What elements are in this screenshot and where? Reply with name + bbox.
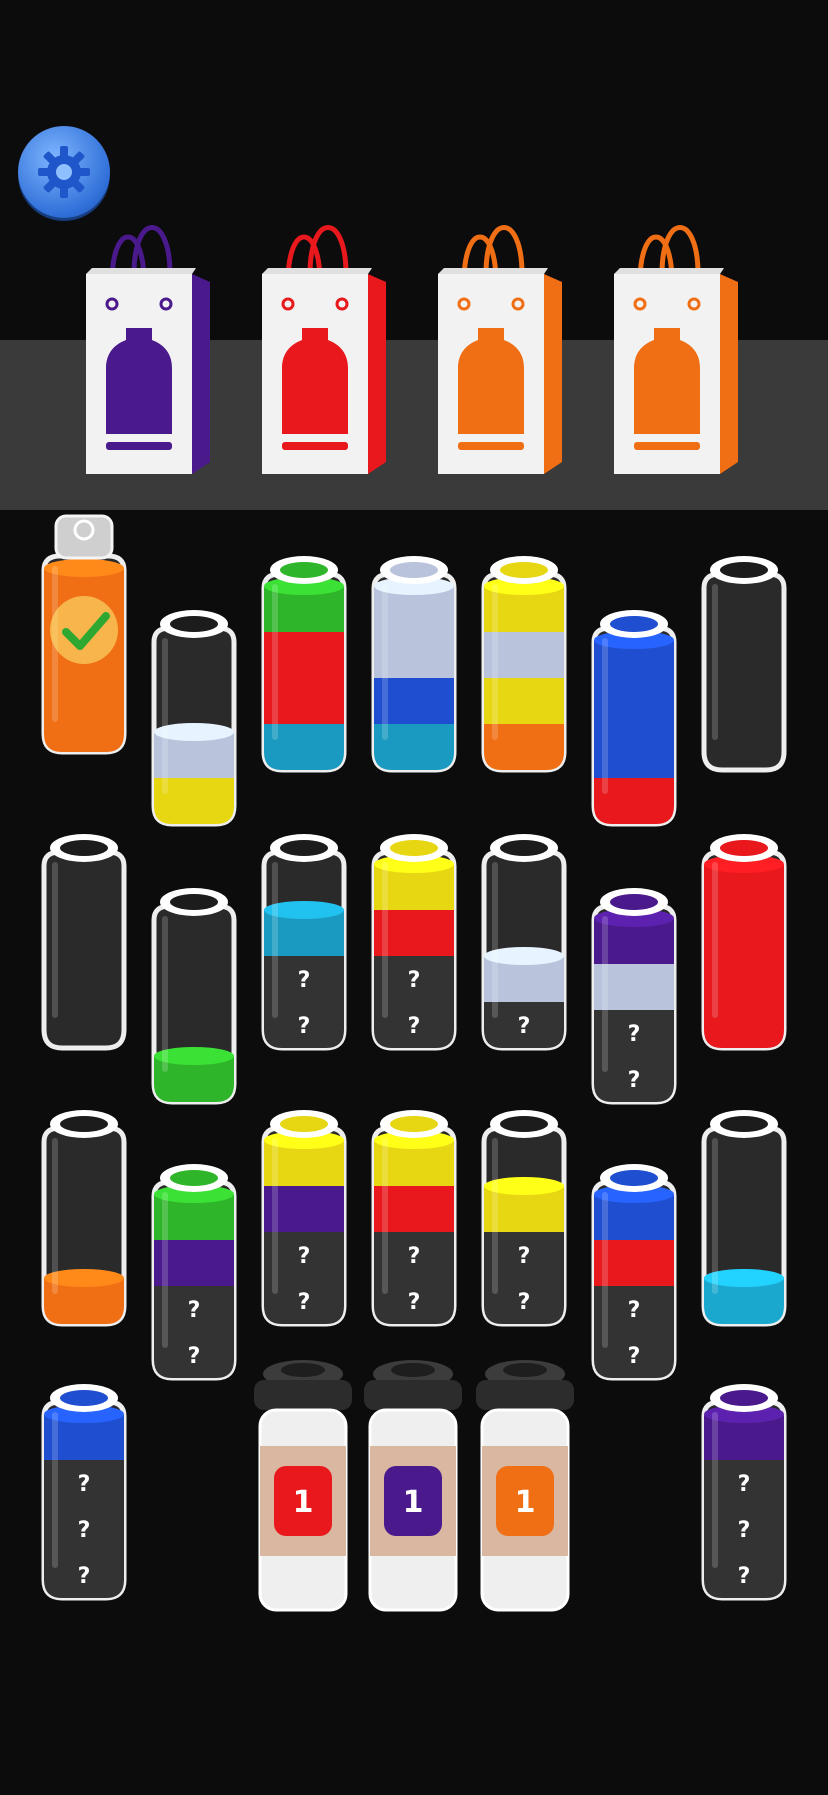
settings-button[interactable] bbox=[18, 126, 110, 218]
cup-count-label: 1 bbox=[515, 1485, 536, 1520]
locked-cup[interactable]: 1 bbox=[250, 1354, 356, 1628]
bottle[interactable]: ??? bbox=[696, 1356, 792, 1630]
completed-bottle[interactable] bbox=[36, 510, 132, 784]
bottle[interactable]: ?? bbox=[476, 1082, 572, 1356]
hidden-layer-marker: ? bbox=[628, 1298, 641, 1323]
hidden-layer-marker: ? bbox=[298, 1290, 311, 1315]
hidden-layer-marker: ? bbox=[78, 1564, 91, 1589]
hidden-layer-marker: ? bbox=[188, 1298, 201, 1323]
bottle[interactable]: ??? bbox=[36, 1356, 132, 1630]
hidden-layer-marker: ? bbox=[408, 1244, 421, 1269]
bottle[interactable]: ? bbox=[476, 806, 572, 1080]
hidden-layer-marker: ? bbox=[298, 968, 311, 993]
hidden-layer-marker: ? bbox=[408, 968, 421, 993]
bag-bottle-icon bbox=[438, 225, 562, 474]
hidden-layer-marker: ? bbox=[518, 1290, 531, 1315]
bottle[interactable] bbox=[476, 528, 572, 802]
hidden-layer-marker: ? bbox=[738, 1518, 751, 1543]
shopping-bag bbox=[610, 212, 750, 482]
shopping-bag bbox=[258, 212, 398, 482]
hidden-layer-marker: ? bbox=[298, 1244, 311, 1269]
hidden-layer-marker: ? bbox=[298, 1014, 311, 1039]
bag-bottle-icon bbox=[614, 225, 738, 474]
bag-bottle-icon bbox=[262, 225, 386, 474]
bottle[interactable]: ?? bbox=[366, 1082, 462, 1356]
hidden-layer-marker: ? bbox=[628, 1344, 641, 1369]
hidden-layer-marker: ? bbox=[78, 1518, 91, 1543]
bottle[interactable] bbox=[256, 528, 352, 802]
bottle[interactable]: ?? bbox=[256, 806, 352, 1080]
hidden-layer-marker: ? bbox=[408, 1014, 421, 1039]
hidden-layer-marker: ? bbox=[738, 1472, 751, 1497]
hidden-layer-marker: ? bbox=[78, 1472, 91, 1497]
bottle[interactable] bbox=[696, 1082, 792, 1356]
bag-bottle-icon bbox=[86, 225, 210, 474]
bottle[interactable]: ?? bbox=[256, 1082, 352, 1356]
gear-icon bbox=[38, 146, 90, 198]
bottle[interactable]: ?? bbox=[366, 806, 462, 1080]
hidden-layer-marker: ? bbox=[628, 1068, 641, 1093]
cup-count-label: 1 bbox=[403, 1485, 424, 1520]
bottle[interactable] bbox=[36, 806, 132, 1080]
bottle[interactable] bbox=[146, 860, 242, 1134]
bottle[interactable] bbox=[586, 582, 682, 856]
locked-cup[interactable]: 1 bbox=[360, 1354, 466, 1628]
shopping-bag bbox=[434, 212, 574, 482]
game-board: ??????????????????????? 111 bbox=[0, 0, 828, 1795]
hidden-layer-marker: ? bbox=[518, 1244, 531, 1269]
bottle[interactable] bbox=[36, 1082, 132, 1356]
cup-count-label: 1 bbox=[293, 1485, 314, 1520]
hidden-layer-marker: ? bbox=[738, 1564, 751, 1589]
locked-cup[interactable]: 1 bbox=[472, 1354, 578, 1628]
bottle[interactable] bbox=[146, 582, 242, 856]
bottle[interactable]: ?? bbox=[586, 860, 682, 1134]
hidden-layer-marker: ? bbox=[518, 1014, 531, 1039]
hidden-layer-marker: ? bbox=[408, 1290, 421, 1315]
bottle[interactable] bbox=[696, 528, 792, 802]
bottle[interactable] bbox=[696, 806, 792, 1080]
bottle[interactable] bbox=[366, 528, 462, 802]
hidden-layer-marker: ? bbox=[188, 1344, 201, 1369]
shopping-bag bbox=[82, 212, 222, 482]
hidden-layer-marker: ? bbox=[628, 1022, 641, 1047]
bottle[interactable]: ?? bbox=[586, 1136, 682, 1410]
bottle[interactable]: ?? bbox=[146, 1136, 242, 1410]
